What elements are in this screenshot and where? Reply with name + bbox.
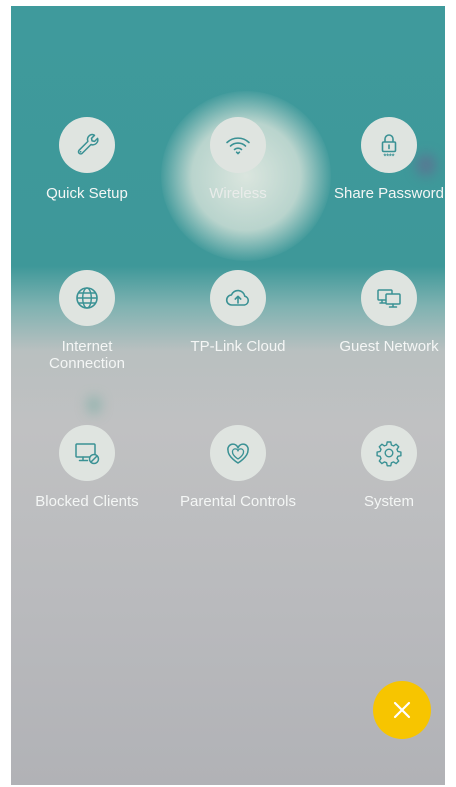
menu-item-tp-link-cloud[interactable]: TP-Link Cloud — [163, 270, 313, 355]
globe-icon — [76, 287, 98, 309]
menu-item-label: Blocked Clients — [35, 493, 139, 510]
guest-network-button[interactable] — [361, 270, 417, 326]
quick-setup-button[interactable] — [59, 117, 115, 173]
menu-item-internet-connection[interactable]: Internet Connection — [12, 270, 162, 372]
wrench-icon — [77, 133, 99, 155]
menu-item-label: Parental Controls — [180, 493, 296, 510]
menu-item-label: Internet Connection — [49, 338, 125, 372]
menu-item-wireless[interactable]: Wireless — [163, 117, 313, 202]
menu-item-quick-setup[interactable]: Quick Setup — [12, 117, 162, 202]
gear-icon — [376, 441, 402, 467]
wireless-button[interactable] — [210, 117, 266, 173]
app-screen: Quick Setup Wireless **** Share Password — [11, 6, 445, 785]
menu-item-blocked-clients[interactable]: Blocked Clients — [12, 425, 162, 510]
share-password-button[interactable]: **** — [361, 117, 417, 173]
menu-item-label: System — [363, 493, 414, 510]
cloud-upload-icon — [225, 289, 249, 306]
menu-item-label: Guest Network — [339, 338, 439, 355]
close-menu-button[interactable] — [373, 681, 431, 739]
menu-item-system[interactable]: System — [314, 425, 445, 510]
background-blur — [87, 396, 101, 414]
system-button[interactable] — [361, 425, 417, 481]
hearts-icon — [227, 443, 249, 464]
menu-item-label: TP-Link Cloud — [190, 338, 286, 355]
menu-item-label: Share Password — [333, 185, 445, 202]
internet-connection-button[interactable] — [59, 270, 115, 326]
tp-link-cloud-button[interactable] — [210, 270, 266, 326]
menu-item-label: Wireless — [209, 185, 267, 202]
lock-password-icon: **** — [381, 134, 397, 161]
monitors-icon — [377, 289, 401, 308]
wifi-icon — [226, 137, 250, 155]
menu-item-share-password[interactable]: **** Share Password — [314, 117, 445, 202]
menu-item-guest-network[interactable]: Guest Network — [314, 270, 445, 355]
parental-controls-button[interactable] — [210, 425, 266, 481]
menu-item-parental-controls[interactable]: Parental Controls — [163, 425, 313, 510]
blocked-monitor-icon — [75, 443, 100, 465]
close-icon — [393, 701, 411, 719]
blocked-clients-button[interactable] — [59, 425, 115, 481]
svg-text:****: **** — [384, 154, 395, 161]
menu-item-label: Quick Setup — [46, 185, 128, 202]
